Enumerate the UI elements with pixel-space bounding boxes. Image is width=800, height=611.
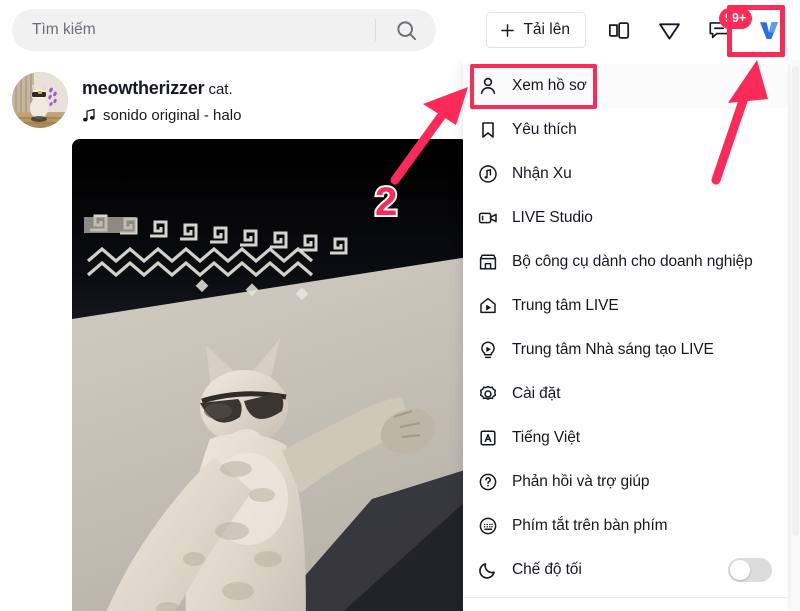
storefront-icon [477, 251, 499, 273]
menu-item-view-profile[interactable]: Xem hồ sơ [463, 64, 788, 108]
keyboard-icon [477, 515, 499, 537]
send-button[interactable] [652, 13, 686, 47]
menu-divider [463, 597, 788, 598]
video-player[interactable] [72, 139, 468, 611]
tiktok-web-page: meowtherizzer cat. sonido original - halo [0, 0, 800, 611]
messages-button[interactable]: 99+ [702, 8, 753, 47]
menu-item-get-coins[interactable]: Nhận Xu [463, 152, 788, 196]
menu-item-label: Nhận Xu [512, 165, 572, 182]
profile-dropdown-menu: Xem hồ sơ Yêu thích Nhận Xu LIVE Studio … [463, 60, 788, 611]
annotation-step-2: 2 [373, 180, 399, 224]
device-button[interactable] [602, 13, 636, 47]
post-author-avatar[interactable] [12, 72, 68, 128]
menu-item-live-creator-hub[interactable]: Trung tâm Nhà sáng tạo LIVE [463, 328, 788, 372]
upload-button-label: Tải lên [523, 21, 570, 38]
dark-mode-toggle-knob [730, 560, 750, 580]
menu-item-dark-mode[interactable]: Chế độ tối [463, 548, 788, 592]
post-username[interactable]: meowtherizzer [82, 78, 205, 98]
messages-unread-badge: 99+ [719, 8, 753, 29]
menu-item-label: Tiếng Việt [512, 429, 580, 446]
question-circle-icon [477, 471, 499, 493]
language-a-icon [477, 427, 499, 449]
menu-item-settings[interactable]: Cài đặt [463, 372, 788, 416]
search-button[interactable] [376, 9, 436, 51]
moon-icon [477, 559, 499, 581]
menu-item-label: Trung tâm Nhà sáng tạo LIVE [512, 341, 714, 358]
house-play-icon [477, 295, 499, 317]
avatar-cat-photo [12, 72, 68, 128]
menu-item-label: Trung tâm LIVE [512, 297, 619, 314]
dark-mode-toggle[interactable] [728, 558, 772, 582]
video-frame-cat [72, 139, 468, 611]
paper-plane-icon [658, 22, 680, 40]
menu-item-logout[interactable]: Đăng xuất [463, 602, 788, 611]
video-camera-icon [477, 207, 499, 229]
menu-item-label: Xem hồ sơ [512, 77, 587, 94]
top-bar-actions: Tải lên 99+ [486, 8, 786, 48]
search-input[interactable] [12, 21, 375, 39]
bookmark-icon [477, 119, 499, 141]
menu-item-business-suite[interactable]: Bộ công cụ dành cho doanh nghiệp [463, 240, 788, 284]
post-header: meowtherizzer cat. sonido original - halo [0, 60, 470, 128]
post-author-line: meowtherizzer cat. [82, 78, 241, 99]
search-icon [396, 20, 416, 40]
gear-icon [477, 383, 499, 405]
menu-item-label: LIVE Studio [512, 209, 593, 226]
coin-note-icon [477, 163, 499, 185]
plus-icon [501, 23, 515, 37]
avatar-v-logo [752, 13, 786, 47]
person-icon [477, 75, 499, 97]
menu-item-label: Bộ công cụ dành cho doanh nghiệp [512, 253, 753, 270]
menu-item-label: Yêu thích [512, 121, 577, 138]
menu-item-live-studio[interactable]: LIVE Studio [463, 196, 788, 240]
lightbulb-play-icon [477, 339, 499, 361]
menu-item-label: Cài đặt [512, 385, 561, 402]
menu-item-live-center[interactable]: Trung tâm LIVE [463, 284, 788, 328]
post-music-row[interactable]: sonido original - halo [82, 107, 241, 124]
top-navigation-bar: Tải lên 99+ [0, 0, 800, 60]
post-music-label: sonido original - halo [103, 107, 242, 124]
music-note-icon [83, 108, 95, 122]
menu-item-favorites[interactable]: Yêu thích [463, 108, 788, 152]
menu-item-keyboard-shortcuts[interactable]: Phím tắt trên bàn phím [463, 504, 788, 548]
menu-item-label: Phím tắt trên bàn phím [512, 517, 668, 534]
post-display-name: cat. [208, 81, 233, 98]
menu-item-language[interactable]: Tiếng Việt [463, 416, 788, 460]
upload-button[interactable]: Tải lên [486, 12, 586, 48]
post-author-meta: meowtherizzer cat. sonido original - halo [68, 72, 241, 124]
video-feed: meowtherizzer cat. sonido original - halo [0, 60, 470, 611]
menu-item-label: Chế độ tối [512, 561, 582, 578]
search-bar[interactable] [12, 9, 436, 51]
page-scrollbar-thumb[interactable] [792, 66, 799, 536]
menu-item-label: Phản hồi và trợ giúp [512, 473, 650, 490]
profile-avatar-button[interactable] [752, 13, 786, 47]
device-phone-icon [608, 21, 629, 39]
menu-item-feedback-help[interactable]: Phản hồi và trợ giúp [463, 460, 788, 504]
